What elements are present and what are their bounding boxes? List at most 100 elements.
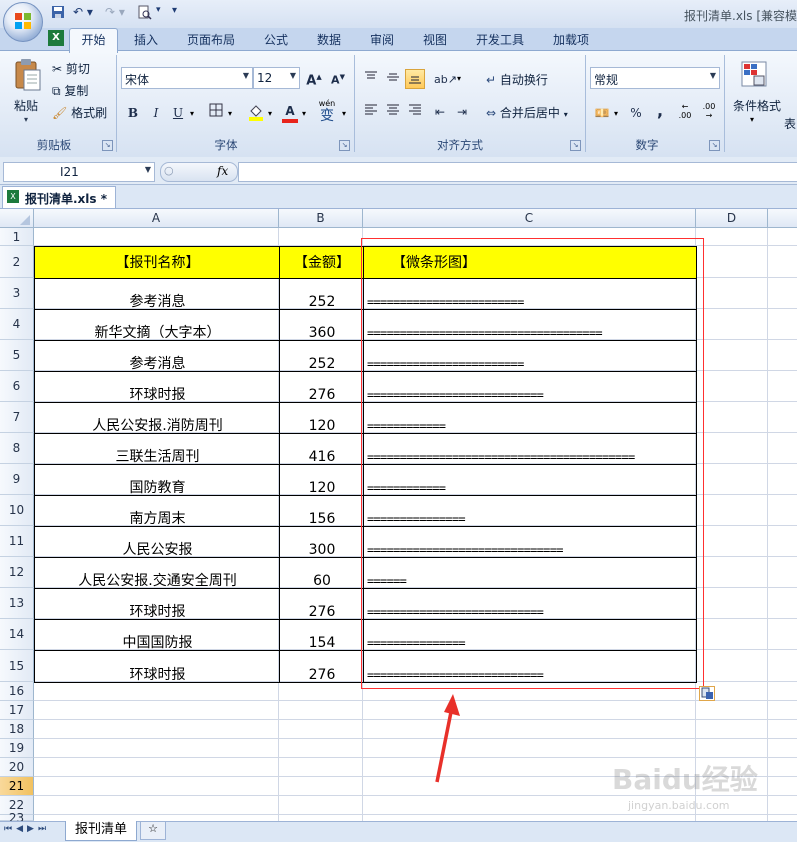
row-header-14[interactable]: 14 bbox=[0, 619, 34, 650]
print-preview-icon[interactable] bbox=[137, 5, 152, 21]
office-button[interactable] bbox=[3, 2, 43, 42]
sheet-tab-active[interactable]: 报刊清单 bbox=[65, 821, 137, 841]
tab-addins[interactable]: 加载项 bbox=[553, 31, 589, 49]
qat-dropdown-icon[interactable]: ▾ bbox=[156, 5, 161, 21]
cell-amount[interactable]: 276 bbox=[279, 650, 364, 683]
cell-amount[interactable]: 276 bbox=[279, 371, 364, 403]
fill-color-button[interactable] bbox=[246, 103, 266, 123]
row-header-9[interactable]: 9 bbox=[0, 464, 34, 495]
underline-button[interactable]: U bbox=[168, 103, 188, 123]
font-launcher-icon[interactable]: ↘ bbox=[339, 140, 350, 151]
align-top-button[interactable] bbox=[361, 69, 381, 89]
row-header-11[interactable]: 11 bbox=[0, 526, 34, 557]
tab-insert[interactable]: 插入 bbox=[134, 31, 158, 49]
undo-icon[interactable]: ↶ ▾ bbox=[73, 5, 93, 21]
cell-amount[interactable]: 360 bbox=[279, 309, 364, 341]
align-center-button[interactable] bbox=[383, 102, 403, 122]
formula-input[interactable] bbox=[238, 162, 797, 182]
header-cell-name[interactable]: 【报刊名称】 bbox=[34, 246, 280, 279]
align-middle-button[interactable] bbox=[383, 69, 403, 89]
number-format-combo[interactable]: 常规 ▼ bbox=[590, 67, 720, 89]
select-all-corner[interactable] bbox=[0, 209, 34, 228]
table-format-button[interactable]: 表 bbox=[784, 115, 796, 132]
chevron-down-icon[interactable]: ▾ bbox=[614, 109, 618, 118]
format-painter-button[interactable]: 🖌 格式刷 bbox=[52, 104, 107, 121]
paste-options-icon[interactable] bbox=[699, 686, 715, 701]
conditional-format-icon[interactable] bbox=[740, 60, 768, 88]
row-header-8[interactable]: 8 bbox=[0, 433, 34, 464]
cell-name[interactable]: 南方周末 bbox=[34, 495, 280, 527]
bold-button[interactable]: B bbox=[123, 103, 143, 123]
row-header-2[interactable]: 2 bbox=[0, 246, 34, 278]
row-header-20[interactable]: 20 bbox=[0, 758, 34, 777]
redo-icon[interactable]: ↷ ▾ bbox=[105, 5, 125, 21]
phonetic-button[interactable]: wén 变 bbox=[314, 100, 340, 125]
tab-view[interactable]: 视图 bbox=[423, 31, 447, 49]
insert-function-icon[interactable]: fx bbox=[217, 164, 228, 178]
name-box[interactable]: I21 ▼ bbox=[3, 162, 155, 182]
tab-review[interactable]: 审阅 bbox=[370, 31, 394, 49]
row-header-15[interactable]: 15 bbox=[0, 650, 34, 682]
row-header-5[interactable]: 5 bbox=[0, 340, 34, 371]
cut-button[interactable]: ✂ 剪切 bbox=[52, 60, 90, 77]
conditional-format-button[interactable]: 条件格式 bbox=[733, 97, 781, 114]
tab-page-layout[interactable]: 页面布局 bbox=[187, 31, 235, 49]
cell-amount[interactable]: 120 bbox=[279, 402, 364, 434]
shrink-font-button[interactable]: A▼ bbox=[328, 67, 348, 87]
align-left-button[interactable] bbox=[361, 102, 381, 122]
cell-amount[interactable]: 60 bbox=[279, 557, 364, 589]
tab-formulas[interactable]: 公式 bbox=[264, 31, 288, 49]
alignment-launcher-icon[interactable]: ↘ bbox=[570, 140, 581, 151]
decrease-indent-button[interactable]: ⇤ bbox=[430, 102, 450, 122]
font-size-combo[interactable]: 12 ▼ bbox=[253, 67, 300, 89]
cell-amount[interactable]: 300 bbox=[279, 526, 364, 558]
column-header-c[interactable]: C bbox=[363, 209, 696, 228]
italic-button[interactable]: I bbox=[146, 103, 166, 123]
cell-name[interactable]: 中国国防报 bbox=[34, 619, 280, 651]
grow-font-button[interactable]: A▲ bbox=[304, 67, 324, 88]
decrease-decimal-button[interactable]: .00 → bbox=[698, 102, 720, 120]
orientation-button[interactable]: ab↗ bbox=[434, 69, 457, 89]
cell-name[interactable]: 环球时报 bbox=[34, 650, 280, 683]
cell-amount[interactable]: 416 bbox=[279, 433, 364, 465]
tab-data[interactable]: 数据 bbox=[317, 31, 341, 49]
cell-name[interactable]: 参考消息 bbox=[34, 278, 280, 310]
row-header-6[interactable]: 6 bbox=[0, 371, 34, 402]
font-color-button[interactable]: A bbox=[280, 101, 300, 123]
chevron-down-icon[interactable]: ▾ bbox=[750, 115, 754, 124]
cell-name[interactable]: 国防教育 bbox=[34, 464, 280, 496]
chevron-down-icon[interactable]: ▾ bbox=[302, 109, 306, 118]
chevron-down-icon[interactable]: ▾ bbox=[228, 109, 232, 118]
tab-developer[interactable]: 开发工具 bbox=[476, 31, 524, 49]
row-header-16[interactable]: 16 bbox=[0, 682, 34, 701]
paste-icon[interactable] bbox=[11, 58, 43, 92]
cell-amount[interactable]: 252 bbox=[279, 278, 364, 310]
cell-name[interactable]: 参考消息 bbox=[34, 340, 280, 372]
row-header-1[interactable]: 1 bbox=[0, 228, 34, 246]
align-bottom-button[interactable] bbox=[405, 69, 425, 89]
customize-qat-icon[interactable]: ▾ bbox=[172, 5, 177, 21]
row-header-12[interactable]: 12 bbox=[0, 557, 34, 588]
cell-amount[interactable]: 276 bbox=[279, 588, 364, 620]
row-header-10[interactable]: 10 bbox=[0, 495, 34, 526]
cell-amount[interactable]: 252 bbox=[279, 340, 364, 372]
cell-name[interactable]: 三联生活周刊 bbox=[34, 433, 280, 465]
cell-amount[interactable]: 156 bbox=[279, 495, 364, 527]
cell-amount[interactable]: 154 bbox=[279, 619, 364, 651]
cell-amount[interactable]: 120 bbox=[279, 464, 364, 496]
cell-name[interactable]: 人民公安报 bbox=[34, 526, 280, 558]
borders-button[interactable] bbox=[206, 103, 226, 123]
clipboard-launcher-icon[interactable]: ↘ bbox=[102, 140, 113, 151]
chevron-down-icon[interactable]: ▾ bbox=[342, 109, 346, 118]
column-header-e[interactable] bbox=[768, 209, 797, 228]
chevron-down-icon[interactable]: ▾ bbox=[268, 109, 272, 118]
paste-button[interactable]: 粘贴 bbox=[14, 97, 38, 114]
comma-button[interactable]: , bbox=[650, 101, 670, 121]
row-header-4[interactable]: 4 bbox=[0, 309, 34, 340]
font-name-combo[interactable]: 宋体 ▼ bbox=[121, 67, 253, 89]
insert-sheet-icon[interactable]: ☆ bbox=[140, 822, 166, 840]
header-cell-amount[interactable]: 【金额】 bbox=[279, 246, 364, 279]
save-icon[interactable] bbox=[51, 5, 65, 21]
paste-dropdown-icon[interactable]: ▾ bbox=[24, 115, 28, 124]
row-header-7[interactable]: 7 bbox=[0, 402, 34, 433]
